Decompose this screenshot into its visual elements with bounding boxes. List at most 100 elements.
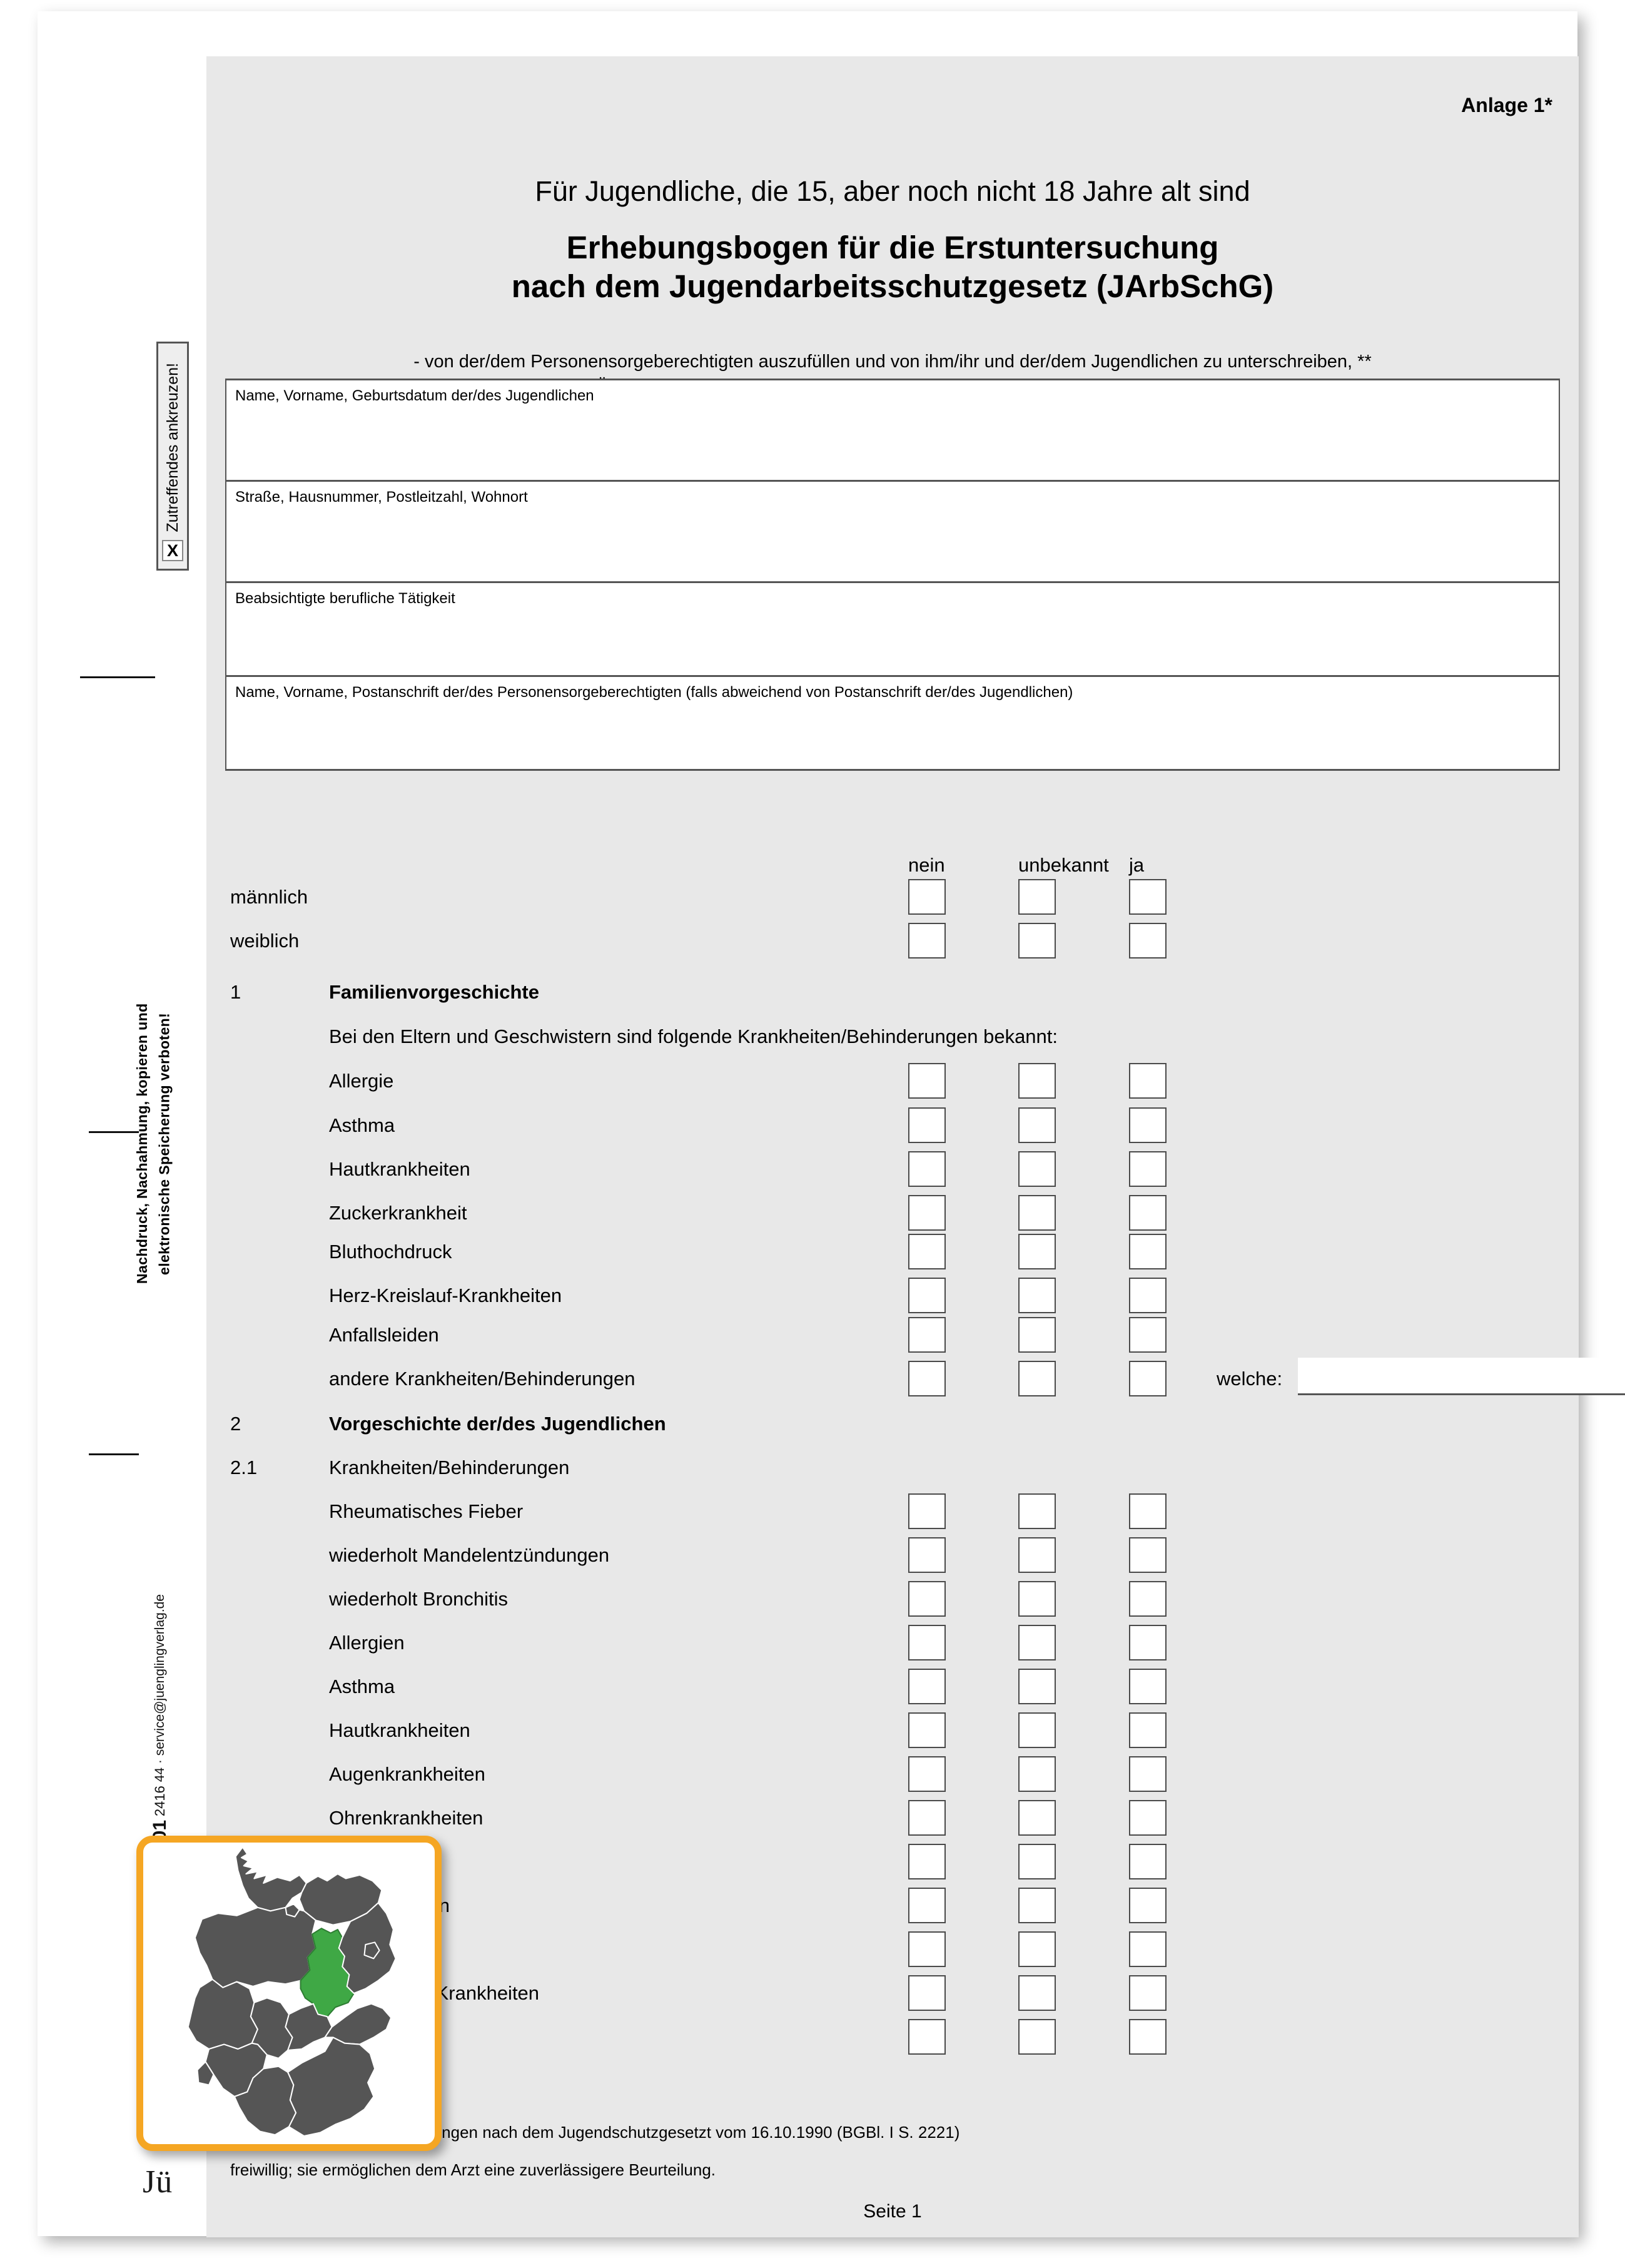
question-row-10: Anfallsleiden	[206, 1314, 1579, 1358]
checkbox-nein-row-22[interactable]	[908, 1844, 946, 1879]
checkbox-unbekannt-row-16[interactable]	[1018, 1581, 1056, 1617]
checkbox-nein-row-18[interactable]	[908, 1669, 946, 1704]
checkbox-unbekannt-row-25[interactable]	[1018, 1975, 1056, 2011]
question-label-1: weiblich	[230, 930, 300, 952]
entry-box-1[interactable]: Straße, Hausnummer, Postleitzahl, Wohnor…	[225, 482, 1560, 583]
checkbox-nein-row-4[interactable]	[908, 1063, 946, 1099]
checkbox-unbekannt-row-14[interactable]	[1018, 1493, 1056, 1529]
checkbox-ja-row-26[interactable]	[1129, 2019, 1167, 2055]
checkbox-nein-row-14[interactable]	[908, 1493, 946, 1529]
checkbox-ja-row-1[interactable]	[1129, 923, 1167, 959]
checkbox-unbekannt-row-26[interactable]	[1018, 2019, 1056, 2055]
question-number-2: 1	[230, 981, 241, 1003]
checkbox-nein-row-20[interactable]	[908, 1756, 946, 1792]
checkbox-ja-row-19[interactable]	[1129, 1712, 1167, 1748]
checkbox-ja-row-5[interactable]	[1129, 1107, 1167, 1143]
checkbox-ja-row-6[interactable]	[1129, 1151, 1167, 1187]
welche-input[interactable]	[1298, 1358, 1625, 1395]
checkbox-unbekannt-row-4[interactable]	[1018, 1063, 1056, 1099]
checkbox-unbekannt-row-23[interactable]	[1018, 1888, 1056, 1923]
publisher-number: 2416	[152, 1786, 168, 1817]
checkbox-nein-row-9[interactable]	[908, 1278, 946, 1313]
checkbox-nein-row-1[interactable]	[908, 923, 946, 959]
checkbox-nein-row-24[interactable]	[908, 1931, 946, 1967]
question-label-3: Bei den Eltern und Geschwistern sind fol…	[329, 1025, 1058, 1047]
checkbox-ja-row-18[interactable]	[1129, 1669, 1167, 1704]
question-label-0: männlich	[230, 886, 308, 908]
entry-box-caption-0: Name, Vorname, Geburtsdatum der/des Juge…	[235, 387, 594, 404]
checkbox-nein-row-7[interactable]	[908, 1195, 946, 1231]
question-label-5: Asthma	[329, 1114, 395, 1136]
checkbox-ja-row-10[interactable]	[1129, 1317, 1167, 1353]
checkbox-unbekannt-row-6[interactable]	[1018, 1151, 1056, 1187]
checkbox-ja-row-16[interactable]	[1129, 1581, 1167, 1617]
checkbox-nein-row-15[interactable]	[908, 1537, 946, 1573]
question-row-19: Hautkrankheiten	[206, 1709, 1579, 1753]
checkbox-ja-row-20[interactable]	[1129, 1756, 1167, 1792]
checkbox-nein-row-25[interactable]	[908, 1975, 946, 2011]
question-label-6: Hautkrankheiten	[329, 1158, 470, 1180]
checkbox-unbekannt-row-22[interactable]	[1018, 1844, 1056, 1879]
entry-box-2[interactable]: Beabsichtigte berufliche Tätigkeit	[225, 583, 1560, 677]
checkbox-unbekannt-row-0[interactable]	[1018, 879, 1056, 915]
checkbox-ja-row-8[interactable]	[1129, 1234, 1167, 1269]
form-title: Erhebungsbogen für die Erstuntersuchung …	[206, 228, 1579, 306]
checkbox-unbekannt-row-1[interactable]	[1018, 923, 1056, 959]
welche-label: welche:	[1217, 1368, 1283, 1390]
checkbox-unbekannt-row-5[interactable]	[1018, 1107, 1056, 1143]
checkbox-nein-row-16[interactable]	[908, 1581, 946, 1617]
checkbox-nein-row-19[interactable]	[908, 1712, 946, 1748]
checkbox-unbekannt-row-18[interactable]	[1018, 1669, 1056, 1704]
checkbox-ja-row-11[interactable]	[1129, 1361, 1167, 1396]
question-label-2: Familienvorgeschichte	[329, 981, 539, 1003]
germany-map-card[interactable]	[136, 1836, 442, 2151]
form-subtitle: Für Jugendliche, die 15, aber noch nicht…	[535, 175, 1250, 207]
checkbox-ja-row-0[interactable]	[1129, 879, 1167, 915]
checkbox-nein-row-21[interactable]	[908, 1800, 946, 1836]
checkbox-unbekannt-row-8[interactable]	[1018, 1234, 1056, 1269]
checkbox-unbekannt-row-17[interactable]	[1018, 1625, 1056, 1660]
checkbox-unbekannt-row-21[interactable]	[1018, 1800, 1056, 1836]
checkbox-unbekannt-row-19[interactable]	[1018, 1712, 1056, 1748]
checkbox-nein-row-23[interactable]	[908, 1888, 946, 1923]
checkbox-nein-row-10[interactable]	[908, 1317, 946, 1353]
checkbox-unbekannt-row-7[interactable]	[1018, 1195, 1056, 1231]
column-header-nein: nein	[908, 854, 945, 876]
checkbox-ja-row-4[interactable]	[1129, 1063, 1167, 1099]
question-row-4: Allergie	[206, 1060, 1579, 1104]
checkbox-unbekannt-row-24[interactable]	[1018, 1931, 1056, 1967]
checkbox-ja-row-9[interactable]	[1129, 1278, 1167, 1313]
form-title-line-2: nach dem Jugendarbeitsschutzgesetz (JArb…	[511, 268, 1274, 305]
checkbox-ja-row-17[interactable]	[1129, 1625, 1167, 1660]
checkbox-nein-row-6[interactable]	[908, 1151, 946, 1187]
checkbox-ja-row-23[interactable]	[1129, 1888, 1167, 1923]
checkbox-ja-row-24[interactable]	[1129, 1931, 1167, 1967]
checkbox-nein-row-11[interactable]	[908, 1361, 946, 1396]
question-row-20: Augenkrankheiten	[206, 1753, 1579, 1797]
checkbox-ja-row-14[interactable]	[1129, 1493, 1167, 1529]
question-row-9: Herz-Kreislauf-Krankheiten	[206, 1274, 1579, 1318]
checkbox-nein-row-5[interactable]	[908, 1107, 946, 1143]
checkbox-ja-row-15[interactable]	[1129, 1537, 1167, 1573]
checkbox-nein-row-0[interactable]	[908, 879, 946, 915]
column-header-unbekannt: unbekannt	[1018, 854, 1109, 876]
checkbox-unbekannt-row-10[interactable]	[1018, 1317, 1056, 1353]
entry-box-0[interactable]: Name, Vorname, Geburtsdatum der/des Juge…	[225, 380, 1560, 482]
fold-mark-bottom	[89, 1453, 139, 1455]
checkbox-ja-row-22[interactable]	[1129, 1844, 1167, 1879]
checkbox-unbekannt-row-11[interactable]	[1018, 1361, 1056, 1396]
checkbox-ja-row-21[interactable]	[1129, 1800, 1167, 1836]
question-row-3: Bei den Eltern und Geschwistern sind fol…	[206, 1015, 1579, 1059]
checkbox-unbekannt-row-9[interactable]	[1018, 1278, 1056, 1313]
checkbox-ja-row-7[interactable]	[1129, 1195, 1167, 1231]
footnote-line-2: freiwillig; sie ermöglichen dem Arzt ein…	[230, 2160, 716, 2179]
fold-mark-top	[80, 676, 155, 678]
checkbox-ja-row-25[interactable]	[1129, 1975, 1167, 2011]
checkbox-nein-row-8[interactable]	[908, 1234, 946, 1269]
checkbox-unbekannt-row-20[interactable]	[1018, 1756, 1056, 1792]
checkbox-nein-row-17[interactable]	[908, 1625, 946, 1660]
entry-box-3[interactable]: Name, Vorname, Postanschrift der/des Per…	[225, 677, 1560, 771]
anlage-label: Anlage 1*	[1461, 94, 1552, 116]
checkbox-nein-row-26[interactable]	[908, 2019, 946, 2055]
checkbox-unbekannt-row-15[interactable]	[1018, 1537, 1056, 1573]
